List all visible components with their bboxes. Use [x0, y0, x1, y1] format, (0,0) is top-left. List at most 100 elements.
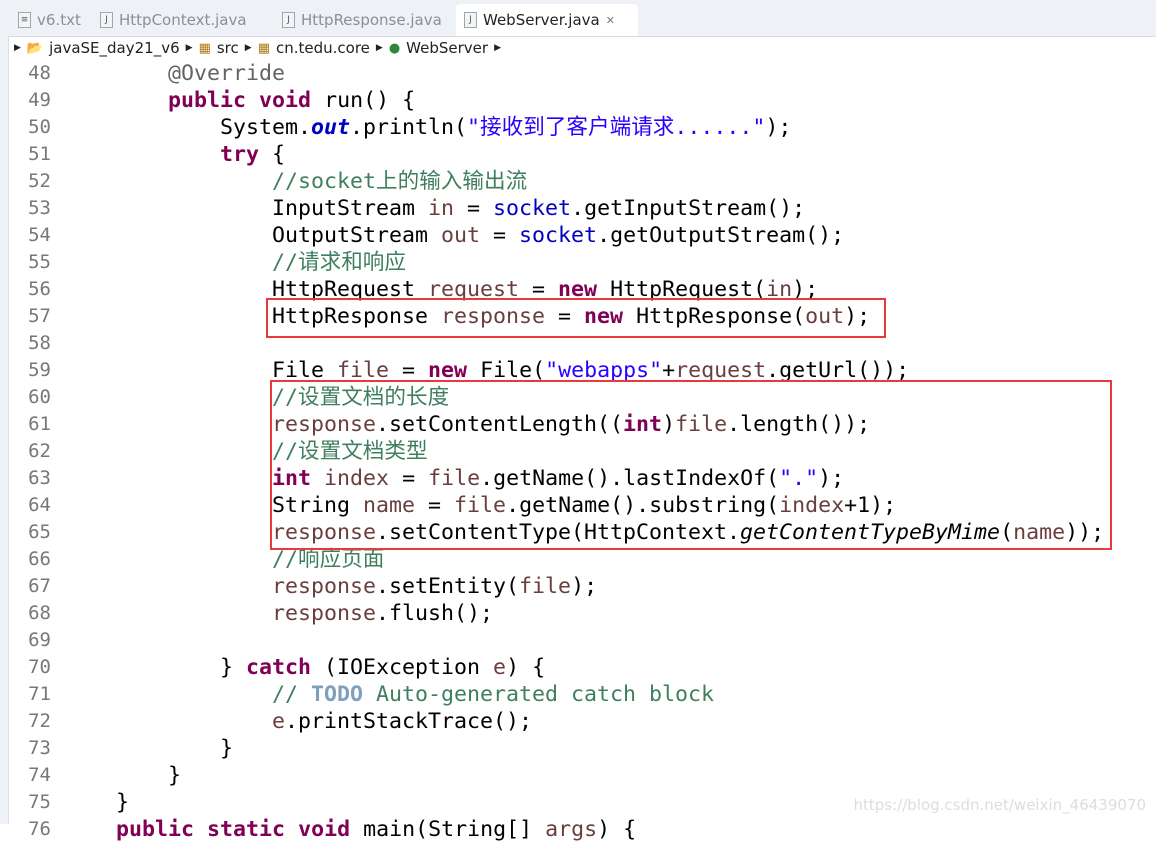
code-line: InputStream in = socket.getInputStream()… — [64, 195, 805, 222]
code-token: .printStackTrace(); — [285, 709, 533, 734]
line-number: 62 — [28, 440, 51, 462]
watermark: https://blog.csdn.net/weixin_46439070 — [853, 796, 1146, 814]
code-token: @Override — [168, 61, 286, 86]
line-number: 60 — [28, 386, 51, 408]
code-token: .getInputStream(); — [571, 196, 806, 221]
code-token: e — [272, 709, 286, 734]
line-number: 59 — [28, 359, 51, 381]
code-line: public void run() { — [64, 87, 415, 114]
line-number: 51 — [28, 143, 51, 165]
code-line: try { — [64, 141, 285, 168]
highlight-box-content-headers — [270, 380, 1112, 550]
line-number: 64 — [28, 494, 51, 516]
line-number: 72 — [28, 710, 51, 732]
line-number: 65 — [28, 521, 51, 543]
java-file-icon: J — [464, 12, 477, 28]
code-token: run() { — [311, 88, 416, 113]
code-token: try — [220, 142, 260, 167]
tab-label: HttpResponse.java — [301, 11, 442, 29]
line-number: 68 — [28, 602, 51, 624]
code-token: (IOException — [311, 655, 494, 680]
code-token: = — [480, 223, 520, 248]
code-token: socket — [519, 223, 598, 248]
breadcrumb-src[interactable]: src — [217, 39, 239, 57]
editor-tab-bar: ≡ v6.txt J HttpContext.java J HttpResponse.… — [0, 0, 1156, 37]
line-number: 66 — [28, 548, 51, 570]
code-line: e.printStackTrace(); — [64, 708, 532, 735]
code-line: //socket上的输入输出流 — [64, 168, 527, 195]
code-token: ); — [765, 115, 792, 140]
line-number: 49 — [28, 89, 51, 111]
code-line: } catch (IOException e) { — [64, 654, 545, 681]
code-line: } — [64, 762, 181, 789]
tab-v6-txt[interactable]: ≡ v6.txt — [18, 4, 81, 36]
code-line: } — [64, 735, 233, 762]
code-token: args — [545, 817, 598, 842]
code-token: socket — [493, 196, 572, 221]
code-token: void — [298, 817, 351, 842]
line-number: 61 — [28, 413, 51, 435]
code-token: ) { — [506, 655, 546, 680]
code-token: response — [272, 574, 377, 599]
code-token: OutputStream — [64, 223, 442, 248]
breadcrumb-package[interactable]: cn.tedu.core — [276, 39, 370, 57]
chevron-right-icon: ▶ — [14, 43, 21, 53]
line-number: 48 — [28, 62, 51, 84]
line-number: 70 — [28, 656, 51, 678]
tab-httpcontext-java[interactable]: J HttpContext.java — [100, 4, 247, 36]
code-token: { — [259, 142, 286, 167]
chevron-right-icon: ▶ — [185, 43, 193, 53]
tab-webserver-java[interactable]: J WebServer.java ✕ — [456, 4, 638, 36]
code-line: public static void main(String[] args) { — [64, 816, 636, 843]
code-token: } — [64, 655, 247, 680]
tab-label: WebServer.java — [483, 11, 600, 29]
code-token: } — [64, 763, 182, 788]
line-number: 50 — [28, 116, 51, 138]
breadcrumb-project[interactable]: javaSE_day21_v6 — [49, 39, 180, 57]
code-token: //请求和响应 — [272, 250, 406, 275]
code-token: out — [311, 115, 351, 140]
source-folder-icon: ▦ — [198, 40, 211, 56]
line-number: 52 — [28, 170, 51, 192]
code-token: public — [116, 817, 195, 842]
tab-label: HttpContext.java — [119, 11, 247, 29]
code-token: in — [428, 196, 455, 221]
code-line: System.out.println("接收到了客户端请求......"); — [64, 114, 791, 141]
code-token: Auto-generated catch block — [363, 682, 715, 707]
code-token: catch — [246, 655, 312, 680]
line-number: 67 — [28, 575, 51, 597]
line-number: 63 — [28, 467, 51, 489]
line-number: 56 — [28, 278, 51, 300]
close-icon[interactable]: ✕ — [606, 14, 615, 27]
tab-httpresponse-java[interactable]: J HttpResponse.java — [282, 4, 442, 36]
code-token: } — [64, 736, 234, 761]
code-token: static — [207, 817, 286, 842]
code-token: void — [259, 88, 312, 113]
project-icon: 📂 — [26, 40, 44, 56]
breadcrumb-class[interactable]: WebServer — [406, 39, 488, 57]
left-panel-edge — [0, 36, 9, 824]
code-token: InputStream — [64, 196, 429, 221]
code-token: .getOutputStream(); — [597, 223, 845, 248]
tab-label: v6.txt — [37, 11, 81, 29]
chevron-right-icon: ▶ — [244, 43, 252, 53]
line-number: 71 — [28, 683, 51, 705]
code-token: file — [519, 574, 572, 599]
code-token: = — [454, 196, 494, 221]
code-line: //响应页面 — [64, 546, 384, 573]
line-number: 73 — [28, 737, 51, 759]
code-token: TODO — [311, 682, 364, 707]
line-number: 54 — [28, 224, 51, 246]
